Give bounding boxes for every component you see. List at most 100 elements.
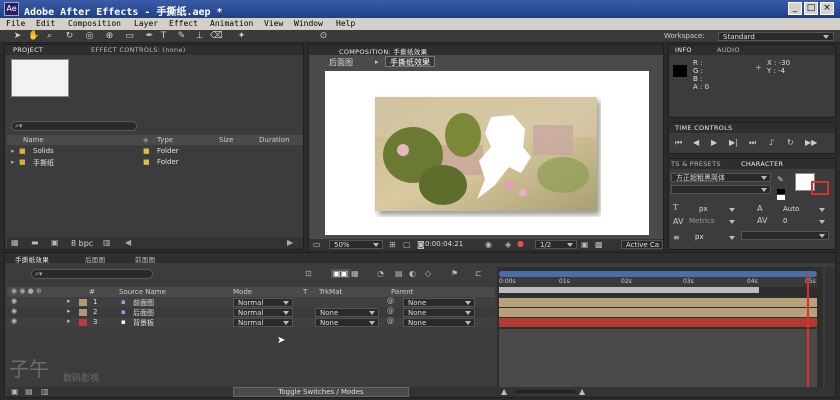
close-button[interactable]: × [820,2,834,15]
layer-name[interactable]: 背景板 [133,318,154,328]
menu-window[interactable]: Window [294,19,323,28]
work-area-bar[interactable] [499,287,759,293]
timeline-zoom-slider[interactable] [515,390,575,393]
audio-icon[interactable]: ♪ [769,138,774,147]
layer-mode-select[interactable]: Normal [233,308,293,317]
tab-info[interactable]: INFO [675,46,692,54]
zoom-in-icon[interactable]: ▲ [579,387,585,396]
timeline-search-input[interactable]: ⌕▾ [31,269,153,279]
timeline-vertical-scrollbar[interactable] [825,267,834,387]
time-ruler[interactable]: 0:00s 01s 02s 03s 04s 05s [499,277,817,287]
font-family-select[interactable]: 方正超粗黑简体 [671,173,771,182]
maximize-button[interactable]: □ [804,2,818,15]
parent-pickwhip-icon[interactable]: @ [387,297,394,305]
toggle-switches-modes-button[interactable]: Toggle Switches / Modes [233,387,409,397]
timeline-graph[interactable]: 0:00s 01s 02s 03s 04s 05s [497,267,823,387]
play-icon[interactable]: ▶ [711,138,717,147]
parent-pickwhip-icon[interactable]: @ [387,317,394,325]
pen-tool-icon[interactable]: ✒ [144,31,155,42]
layer-mode-select[interactable]: Normal [233,298,293,307]
menu-effect[interactable]: Effect [169,19,198,28]
white-swatch[interactable] [777,195,785,200]
col-mode[interactable]: Mode [233,288,252,296]
composition-viewer[interactable] [325,71,649,235]
disclosure-triangle-icon[interactable]: ▸ [67,307,71,315]
tab-audio[interactable]: AUDIO [717,46,740,54]
brainstorm-icon[interactable]: ◇ [425,269,431,278]
comp-mini-flowchart-icon[interactable]: ⊡ [305,269,312,278]
puppet-tool-icon[interactable]: ✦ [236,31,247,42]
col-num[interactable]: # [89,288,95,296]
menu-layer[interactable]: Layer [134,19,158,28]
layer-parent-select[interactable]: None [403,318,475,327]
visibility-eye-icon[interactable]: ◉ [11,307,17,315]
zoom-tool-icon[interactable]: ⌕ [44,31,55,42]
axis-mode-icon[interactable]: ⊙ [318,31,329,42]
table-row[interactable]: ◉ ▸ 3 ▪ 背景板 Normal None @ None [7,317,495,328]
tab-effect-controls[interactable]: EFFECT CONTROLS: (none) [91,46,186,54]
workspace-select[interactable]: Standard [718,32,834,41]
selection-tool-icon[interactable]: ➤ [12,31,23,42]
new-comp-icon[interactable]: ▣ [51,238,59,247]
col-type[interactable]: Type [157,136,173,144]
camera-tool-icon[interactable]: ◎ [84,31,95,42]
breadcrumb-back-comp[interactable]: 后面图 [329,57,353,68]
leading-value[interactable]: Auto [783,205,799,213]
layer-trkmat-select[interactable]: None [315,308,379,317]
camera-snapshot-icon[interactable]: ◙ [417,240,425,249]
stroke-color-swatch[interactable] [811,181,829,195]
first-frame-icon[interactable]: ⏮ [675,138,682,148]
tab-character[interactable]: CHARACTER [741,160,783,168]
visibility-eye-icon[interactable]: ◉ [11,317,17,325]
text-tool-icon[interactable]: T [158,31,169,42]
font-style-select[interactable] [671,185,771,194]
expand-stretch-icon[interactable]: ▥ [41,387,49,396]
loop-icon[interactable]: ↻ [787,138,794,147]
label-color-swatch[interactable] [79,299,87,306]
tab-project[interactable]: PROJECT [13,46,43,54]
black-swatch[interactable] [777,189,785,194]
show-snapshot-icon[interactable]: ◈ [505,240,511,249]
stroke-style-select[interactable] [741,231,829,240]
prev-frame-icon[interactable]: ◀ [693,138,699,147]
ram-preview-icon[interactable]: ▶▶ [805,138,817,147]
playhead[interactable] [807,275,809,387]
tab-composition[interactable]: COMPOSITION: 手撕纸效果 [339,46,427,56]
table-row[interactable]: ◉ ▸ 2 ▪ 后面图 Normal None @ None [7,307,495,317]
scroll-left-icon[interactable]: ◀ [125,238,131,247]
menu-view[interactable]: View [264,19,283,28]
font-size-unit[interactable]: px [699,205,708,213]
stroke-width-unit[interactable]: px [695,233,704,241]
layer-name[interactable]: 前面图 [133,298,154,308]
tab-effects-presets[interactable]: TS & PRESETS [671,160,721,168]
disclosure-triangle-icon[interactable]: ▸ [67,297,71,305]
breadcrumb-current-comp[interactable]: 手撕纸效果 [385,56,435,67]
tab-timeline-main[interactable]: 手撕纸效果 [15,254,49,264]
visibility-eye-icon[interactable]: ◉ [11,297,17,305]
col-source-name[interactable]: Source Name [119,288,166,296]
disclosure-triangle-icon[interactable]: ▸ [11,158,15,166]
layer-duration-bar[interactable] [499,298,817,307]
snapshot-icon[interactable]: ◉ [485,240,492,249]
label-color-swatch[interactable] [79,309,87,316]
draft-3d-icon[interactable]: ▦ [351,269,359,278]
graph-editor-icon[interactable]: ⚑ [451,269,458,278]
list-item[interactable]: ▸ ■ 手撕纸 ■ Folder [7,158,297,168]
table-row[interactable]: ◉ ▸ 1 ▪ 前面图 Normal @ None [7,297,495,308]
tracking-value[interactable]: 0 [783,217,787,225]
region-of-interest-icon[interactable]: ▣ [581,240,589,249]
motion-blur-icon[interactable]: ◐ [409,269,416,278]
tab-timeline-back[interactable]: 后面图 [85,254,105,264]
list-item[interactable]: ▸ ■ Solids ■ Folder [7,147,297,157]
col-size[interactable]: Size [219,136,233,144]
layer-duration-bar[interactable] [499,308,817,317]
rotate-tool-icon[interactable]: ↻ [64,31,75,42]
col-duration[interactable]: Duration [259,136,289,144]
color-channels-icon[interactable]: ● [517,239,524,248]
transparency-grid-icon[interactable]: ▩ [595,240,603,249]
expand-switches-icon[interactable]: ▣ [11,387,19,396]
hand-tool-icon[interactable]: ✋ [28,31,39,42]
clone-stamp-tool-icon[interactable]: ⊥ [194,31,205,42]
tab-time-controls[interactable]: TIME CONTROLS [675,124,732,132]
menu-composition[interactable]: Composition [68,19,121,28]
